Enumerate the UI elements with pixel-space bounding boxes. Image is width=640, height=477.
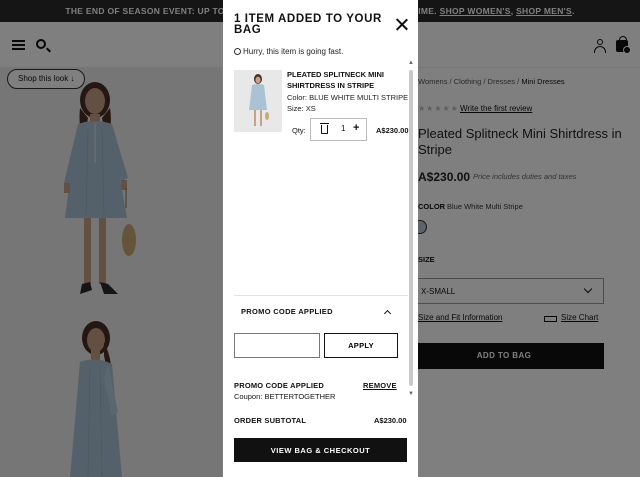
- hurry-text: Hurry, this item is going fast.: [243, 47, 344, 56]
- promo-code-input[interactable]: [234, 333, 320, 358]
- hurry-message: Hurry, this item is going fast.: [234, 47, 343, 56]
- view-bag-checkout-button[interactable]: VIEW BAG & CHECKOUT: [234, 438, 407, 462]
- apply-promo-button[interactable]: APPLY: [324, 333, 398, 358]
- scrollbar-thumb[interactable]: [409, 70, 413, 386]
- promo-applied-label: PROMO CODE APPLIED: [234, 381, 324, 390]
- cart-item-price: A$230.00: [376, 126, 409, 135]
- scroll-up-arrow-icon[interactable]: ▲: [408, 60, 414, 66]
- coupon-code: Coupon: BETTERTOGETHER: [234, 392, 336, 401]
- promo-section-header[interactable]: PROMO CODE APPLIED: [241, 307, 333, 316]
- trash-icon[interactable]: [320, 123, 329, 134]
- clock-icon: [234, 48, 241, 55]
- cart-item-thumbnail[interactable]: [234, 70, 282, 132]
- cart-item-name[interactable]: PLEATED SPLITNECK MINI SHIRTDRESS IN STR…: [287, 70, 407, 91]
- divider: [234, 295, 408, 296]
- chevron-up-icon[interactable]: [383, 309, 392, 318]
- drawer-title: 1 ITEM ADDED TO YOUR BAG: [234, 13, 382, 36]
- cart-item-color: Color: BLUE WHITE MULTI STRIPE: [287, 93, 409, 102]
- remove-promo-link[interactable]: REMOVE: [363, 381, 397, 390]
- plus-icon[interactable]: +: [353, 122, 359, 134]
- cart-item-size: Size: XS: [287, 104, 316, 113]
- close-icon[interactable]: [395, 18, 409, 32]
- scroll-down-arrow-icon[interactable]: ▼: [408, 391, 414, 397]
- cart-item-image: [234, 70, 282, 132]
- qty-value[interactable]: 1: [341, 124, 345, 133]
- drawer-scrollbar[interactable]: [409, 60, 413, 400]
- quantity-stepper: 1 +: [310, 118, 367, 141]
- subtotal-label: ORDER SUBTOTAL: [234, 416, 307, 425]
- mini-cart-drawer: 1 ITEM ADDED TO YOUR BAG Hurry, this ite…: [223, 0, 418, 477]
- qty-label: Qty:: [292, 126, 306, 135]
- subtotal-value: A$230.00: [374, 416, 407, 425]
